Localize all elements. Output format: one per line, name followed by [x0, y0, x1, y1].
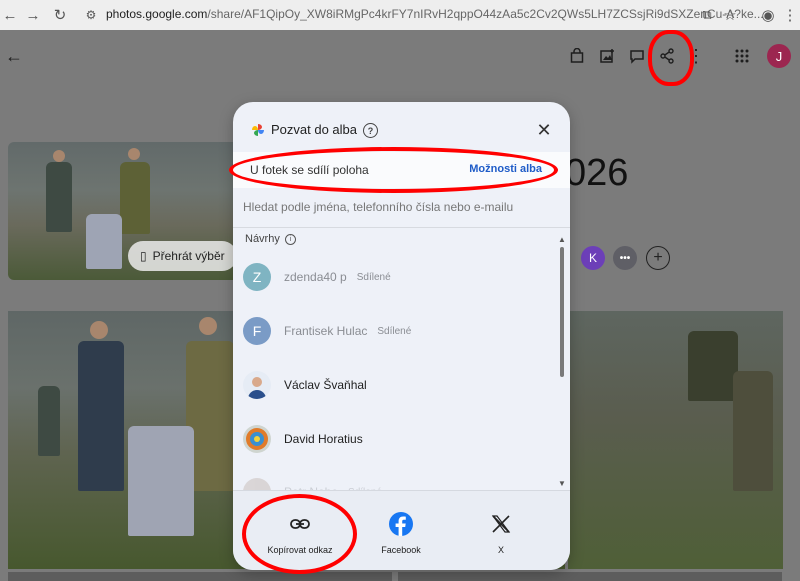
facebook-label: Facebook — [381, 545, 421, 555]
contact-name: zdenda40 p — [284, 270, 347, 284]
photo-figure — [733, 371, 773, 491]
photo-figure-head — [199, 317, 217, 335]
more-people-button[interactable]: ••• — [613, 246, 637, 270]
comment-icon[interactable] — [625, 44, 649, 68]
divider — [233, 227, 570, 228]
album-title-fragment: 026 — [565, 152, 629, 194]
album-photo[interactable] — [398, 572, 782, 581]
annotation-circle-copy-link — [242, 494, 357, 574]
contact-name: Václav Švaňhal — [284, 378, 367, 392]
browser-menu-icon[interactable]: ⋮ — [779, 4, 800, 26]
photo-figure-head — [90, 321, 108, 339]
photo-figure — [46, 162, 72, 232]
shared-tag: Sdílené — [377, 325, 412, 337]
photo-figure — [78, 341, 124, 491]
album-photo[interactable] — [568, 311, 783, 569]
suggestions-heading: Návrhy i — [245, 233, 296, 245]
apps-grid-icon[interactable] — [730, 44, 754, 68]
scroll-down-arrow-icon[interactable]: ▼ — [558, 479, 566, 488]
bookmark-star-icon[interactable]: ☆ — [719, 4, 741, 26]
url-host: photos.google.com — [106, 7, 208, 21]
back-icon[interactable]: ← — [2, 44, 26, 68]
close-icon[interactable]: ✕ — [535, 120, 553, 140]
facebook-share-button[interactable]: Facebook — [346, 511, 456, 555]
dialog-title: Pozvat do alba — [271, 122, 358, 137]
contact-photo-avatar — [243, 371, 271, 399]
photo-figure-head — [53, 150, 65, 162]
contact-photo-avatar — [243, 425, 271, 453]
facebook-icon — [388, 511, 414, 537]
slideshow-icon: ▯ — [140, 249, 147, 263]
scroll-up-arrow-icon[interactable]: ▲ — [558, 235, 566, 244]
photo-figure — [120, 162, 150, 234]
x-label: X — [497, 545, 504, 555]
site-info-icon[interactable]: ⚙ — [80, 4, 102, 26]
profile-icon[interactable]: ◉ — [757, 4, 779, 26]
contact-suggestion[interactable]: David Horatius — [243, 417, 553, 461]
browser-toolbar: ← → ↻ ⚙ photos.google.com/share/AF1QipOy… — [0, 0, 800, 30]
google-photos-logo-icon — [252, 124, 264, 136]
cast-icon[interactable]: ⧉ — [696, 4, 718, 26]
add-photo-icon[interactable] — [595, 44, 619, 68]
suggestions-label: Návrhy — [245, 233, 280, 245]
contact-name: Frantisek Hulac — [284, 324, 368, 338]
recipient-search-input[interactable]: Hledat podle jména, telefonního čísla ne… — [243, 200, 543, 214]
shopping-bag-icon[interactable] — [565, 44, 589, 68]
back-arrow-icon[interactable]: ← — [0, 4, 21, 26]
play-selection-button[interactable]: ▯ Přehrát výběr — [128, 241, 237, 271]
x-share-button[interactable]: X — [446, 511, 556, 555]
annotation-circle-share — [648, 30, 694, 86]
photo-figure — [128, 426, 194, 536]
url-path: /share/AF1QipOy_XW8iRMgPc4krFY7nIRvH2qpp… — [207, 7, 764, 21]
shared-user-avatar[interactable]: K — [581, 246, 605, 270]
contact-suggestion[interactable]: Z zdenda40 p Sdílené — [243, 255, 553, 299]
photo-figure-head — [128, 148, 140, 160]
scrollbar-thumb[interactable] — [560, 247, 564, 377]
photo-figure — [688, 331, 738, 401]
x-logo-icon — [488, 511, 514, 537]
help-icon[interactable]: ? — [363, 123, 378, 138]
contact-avatar: Z — [243, 263, 271, 291]
contact-suggestion[interactable]: Václav Švaňhal — [243, 363, 553, 407]
account-avatar[interactable]: J — [767, 44, 791, 68]
album-photo[interactable] — [8, 572, 392, 581]
shared-tag: Sdílené — [356, 271, 391, 283]
address-bar[interactable]: photos.google.com/share/AF1QipOy_XW8iRMg… — [106, 7, 764, 21]
play-selection-label: Přehrát výběr — [152, 249, 225, 263]
reload-icon[interactable]: ↻ — [49, 4, 71, 26]
info-icon[interactable]: i — [284, 233, 296, 245]
contact-suggestion[interactable]: F Frantisek Hulac Sdílené — [243, 309, 553, 353]
photo-figure — [38, 386, 60, 456]
forward-arrow-icon[interactable]: → — [22, 4, 44, 26]
annotation-circle-location — [229, 147, 558, 193]
add-people-button[interactable]: + — [646, 246, 670, 270]
photo-figure — [86, 214, 122, 269]
contact-avatar: F — [243, 317, 271, 345]
contact-name: David Horatius — [284, 432, 363, 446]
